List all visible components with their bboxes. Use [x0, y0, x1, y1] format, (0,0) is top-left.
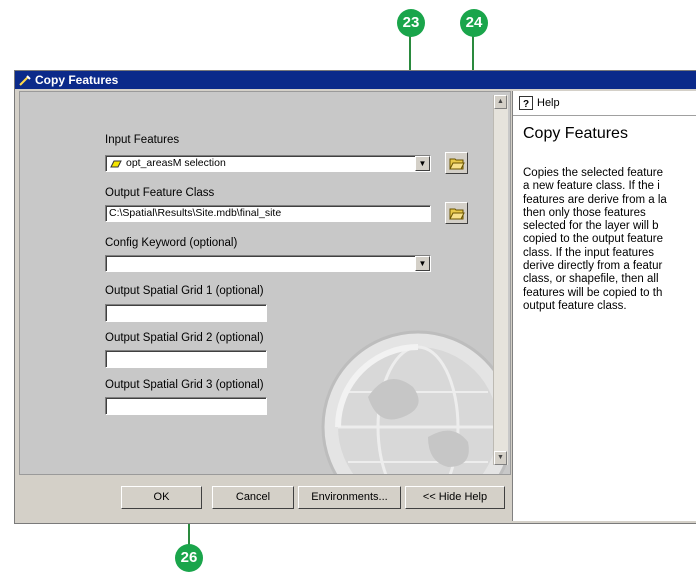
config-keyword-dropdown-button[interactable]: ▼	[415, 256, 430, 271]
window-title: Copy Features	[35, 73, 119, 87]
title-bar: Copy Features	[15, 71, 696, 89]
open-folder-icon	[449, 158, 465, 170]
help-pane: ? Help Copy Features Copies the selected…	[512, 91, 696, 521]
input-features-combo[interactable]: opt_areasM selection ▼	[105, 155, 431, 172]
help-separator	[513, 115, 696, 116]
globe-watermark-icon	[321, 330, 508, 474]
input-features-label: Input Features	[105, 134, 180, 146]
ok-button[interactable]: OK	[121, 486, 202, 509]
config-keyword-label: Config Keyword (optional)	[105, 237, 238, 249]
svg-text:?: ?	[523, 99, 529, 110]
callout-24: 24	[460, 9, 488, 37]
polygon-layer-icon	[110, 160, 122, 168]
scroll-up-button[interactable]: ▲	[494, 95, 507, 109]
grid3-label: Output Spatial Grid 3 (optional)	[105, 379, 264, 391]
input-features-browse-button[interactable]	[445, 152, 468, 174]
scroll-down-button[interactable]: ▼	[494, 451, 507, 465]
environments-button[interactable]: Environments...	[298, 486, 401, 509]
dialog-button-row: OK Cancel Environments... << Hide Help	[19, 477, 509, 517]
parameters-scrollbar[interactable]: ▲ ▼	[493, 95, 508, 465]
help-tab[interactable]: ? Help	[515, 93, 570, 113]
grid3-input[interactable]	[105, 397, 267, 415]
input-features-value: opt_areasM selection	[126, 157, 226, 169]
help-tab-label: Help	[537, 97, 560, 109]
config-keyword-combo[interactable]: ▼	[105, 255, 431, 272]
help-title: Copy Features	[523, 125, 628, 142]
output-class-label: Output Feature Class	[105, 187, 215, 199]
help-body: Copies the selected feature a new featur…	[523, 167, 667, 312]
callout-26: 26	[175, 544, 203, 572]
open-folder-icon	[449, 208, 465, 220]
copy-features-dialog: Copy Features Input Features opt_areasM …	[14, 70, 696, 524]
help-icon: ?	[519, 96, 533, 110]
hide-help-button[interactable]: << Hide Help	[405, 486, 505, 509]
parameters-pane: Input Features opt_areasM selection ▼ Ou…	[19, 91, 511, 475]
grid1-label: Output Spatial Grid 1 (optional)	[105, 285, 264, 297]
grid2-label: Output Spatial Grid 2 (optional)	[105, 332, 264, 344]
output-class-browse-button[interactable]	[445, 202, 468, 224]
grid2-input[interactable]	[105, 350, 267, 368]
grid1-input[interactable]	[105, 304, 267, 322]
tool-icon	[19, 75, 31, 86]
output-class-input[interactable]: C:\Spatial\Results\Site.mdb\final_site	[105, 205, 431, 222]
callout-23: 23	[397, 9, 425, 37]
cancel-button[interactable]: Cancel	[212, 486, 294, 509]
input-features-dropdown-button[interactable]: ▼	[415, 156, 430, 171]
